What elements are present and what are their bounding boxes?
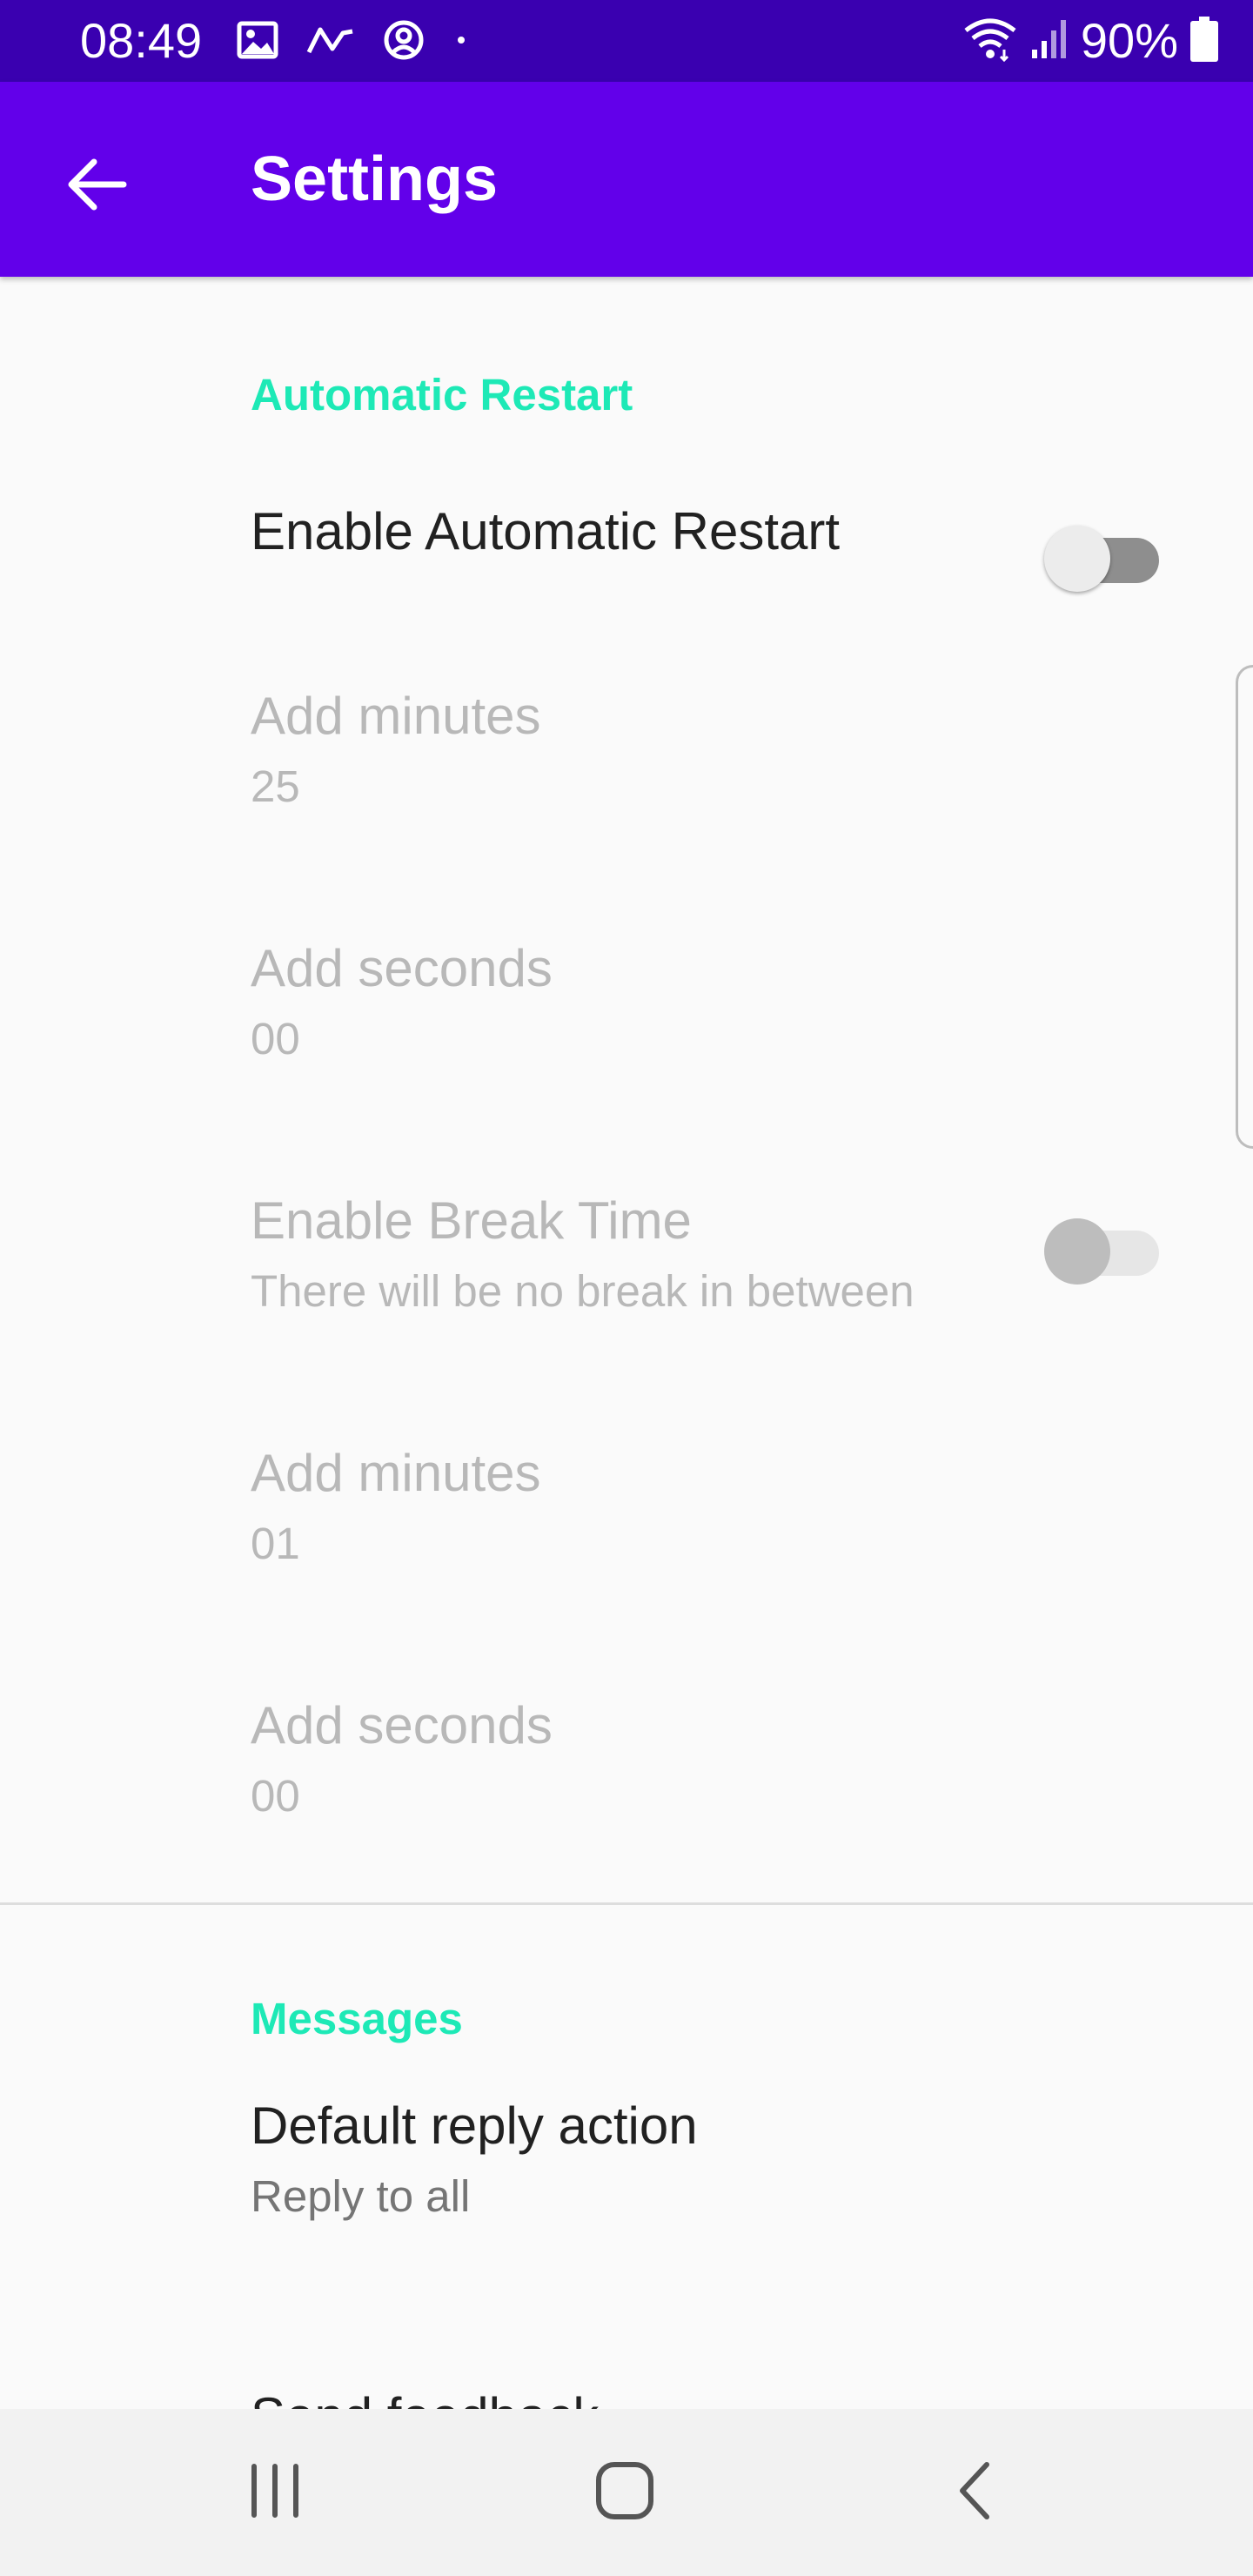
pref-title: Send feedback (251, 2386, 599, 2409)
dot-icon (452, 31, 470, 53)
pref-enable-automatic-restart[interactable]: Enable Automatic Restart (0, 468, 1253, 634)
section-title-automatic-restart: Automatic Restart (251, 370, 633, 419)
image-icon (237, 21, 278, 64)
battery-icon (1190, 16, 1218, 66)
pref-title: Enable Automatic Restart (251, 502, 841, 560)
pref-partial-item[interactable]: Send feedback (0, 2386, 1253, 2409)
settings-list[interactable]: Automatic Restart Enable Automatic Resta… (0, 277, 1253, 2409)
arrow-back-icon (66, 157, 129, 217)
page-title: Settings (251, 144, 499, 214)
trend-icon (306, 24, 355, 60)
back-button[interactable] (49, 138, 146, 235)
pref-title: Default reply action (251, 2096, 698, 2155)
status-time: 08:49 (80, 13, 203, 68)
pref-default-reply-action[interactable]: Default reply action Reply to all (0, 2096, 1253, 2304)
scroll-indicator[interactable] (1236, 665, 1253, 1149)
status-icons-left (237, 19, 470, 65)
wifi-icon (962, 17, 1018, 66)
pref-value: 25 (251, 761, 300, 811)
pref-title: Enable Break Time (251, 1191, 692, 1250)
pref-title: Add minutes (251, 687, 541, 745)
home-button[interactable] (573, 2440, 677, 2545)
enable-automatic-restart-switch[interactable] (1044, 517, 1159, 592)
enable-break-time-switch[interactable] (1044, 1210, 1159, 1285)
pref-summary: There will be no break in between (251, 1266, 915, 1316)
signal-icon (1030, 18, 1069, 64)
pref-value: 00 (251, 1771, 300, 1821)
pref-title: Add seconds (251, 939, 553, 997)
recents-button[interactable] (223, 2440, 327, 2545)
pref-add-seconds[interactable]: Add seconds 00 (0, 938, 1253, 1147)
pref-enable-break-time[interactable]: Enable Break Time There will be no break… (0, 1191, 1253, 1399)
pref-value: 00 (251, 1014, 300, 1063)
app-bar: Settings (0, 82, 1253, 277)
navigation-bar (0, 2409, 1253, 2576)
pref-break-seconds[interactable]: Add seconds 00 (0, 1695, 1253, 1904)
section-divider (0, 1902, 1253, 1905)
battery-percent: 90% (1080, 13, 1178, 68)
status-icons-right: 90% (962, 12, 1218, 70)
back-icon (954, 2459, 995, 2526)
pref-break-minutes[interactable]: Add minutes 01 (0, 1443, 1253, 1652)
pref-title: Add seconds (251, 1696, 553, 1754)
switch-thumb (1044, 526, 1110, 592)
recents-icon (247, 2463, 303, 2523)
switch-thumb (1044, 1218, 1110, 1285)
pref-summary: Reply to all (251, 2171, 471, 2221)
status-bar: 08:49 90% (0, 0, 1253, 82)
pref-value: 01 (251, 1519, 300, 1568)
pref-add-minutes[interactable]: Add minutes 25 (0, 686, 1253, 895)
home-icon (593, 2459, 656, 2526)
section-title-messages: Messages (251, 1994, 463, 2043)
nav-back-button[interactable] (922, 2440, 1027, 2545)
pref-title: Add minutes (251, 1444, 541, 1502)
account-icon (383, 19, 425, 65)
